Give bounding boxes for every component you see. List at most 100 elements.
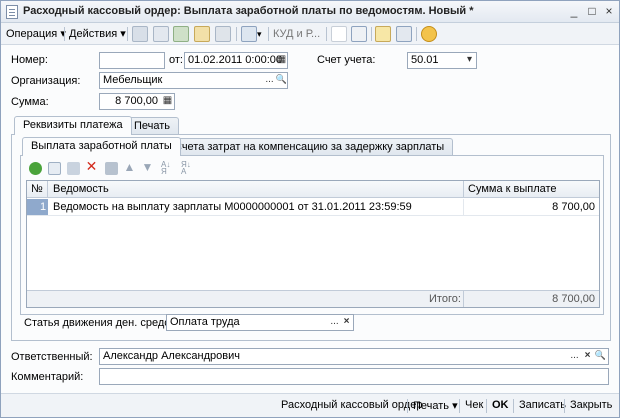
refresh-icon[interactable] xyxy=(173,26,189,42)
footer-separator xyxy=(486,399,487,413)
clear-icon[interactable]: × xyxy=(340,315,353,330)
account-value: 50.01 xyxy=(411,54,439,66)
date-from-label: от: xyxy=(169,54,183,66)
account-label: Счет учета: xyxy=(317,54,376,66)
column-divider xyxy=(463,181,464,197)
ok-button[interactable]: OK xyxy=(492,399,509,411)
minimize-button[interactable]: _ xyxy=(567,4,581,18)
kud-button[interactable]: КУД и Р... xyxy=(273,26,320,42)
calendar-icon[interactable]: ▦ xyxy=(275,53,288,68)
footer-separator xyxy=(459,399,460,413)
sum-label: Сумма: xyxy=(11,96,49,108)
add-icon[interactable] xyxy=(132,26,148,42)
toolbar-separator xyxy=(236,27,237,41)
end-edit-icon[interactable] xyxy=(105,162,118,175)
date-value: 01.02.2011 0:00:00 xyxy=(188,54,282,66)
move-down-icon[interactable]: ▼ xyxy=(141,161,154,174)
comment-field[interactable] xyxy=(99,368,609,385)
unpost-document-icon[interactable] xyxy=(215,26,231,42)
salary-payment-panel: ✕ ▲ ▼ A↓ Я Я↓ A № Ведомость Сумма к выплат… xyxy=(20,155,604,315)
sort-ascending-icon[interactable]: A↓ Я xyxy=(161,161,174,176)
organization-label: Организация: xyxy=(11,75,81,87)
copy-row-icon[interactable] xyxy=(48,162,61,175)
tab-salary-payment[interactable]: Выплата заработной платы xyxy=(22,137,181,156)
operation-menu[interactable]: Операция ▾ xyxy=(6,26,66,42)
print-form-button[interactable]: Расходный кассовый ордер xyxy=(281,399,422,411)
footer-separator xyxy=(513,399,514,413)
table-row[interactable]: 1 Ведомость на выплату зарплаты М0000000… xyxy=(27,199,599,216)
toolbar-separator xyxy=(371,27,372,41)
row-amount: 8 700,00 xyxy=(552,201,595,213)
search-icon[interactable]: 🔍 xyxy=(594,349,607,364)
total-value: 8 700,00 xyxy=(552,293,595,305)
total-label: Итого: xyxy=(429,293,461,305)
add-row-icon[interactable] xyxy=(29,162,42,175)
row-number: 1 xyxy=(40,201,47,213)
document-window: Расходный кассовый ордер: Выплата зарабо… xyxy=(0,0,620,418)
close-window-button[interactable]: × xyxy=(602,4,616,18)
structure-icon[interactable] xyxy=(351,26,367,42)
row-statement: Ведомость на выплату зарплаты М000000000… xyxy=(53,201,412,213)
edit-row-icon[interactable] xyxy=(67,162,80,175)
chevron-down-icon[interactable]: ▾ xyxy=(463,53,476,68)
column-divider xyxy=(47,181,48,197)
journal-icon[interactable] xyxy=(396,26,412,42)
number-label: Номер: xyxy=(11,54,48,66)
statements-table: № Ведомость Сумма к выплате 1 Ведомость … xyxy=(26,180,600,308)
save-button[interactable]: Записать xyxy=(519,399,566,411)
delete-row-icon[interactable]: ✕ xyxy=(85,159,98,173)
responsible-value: Александр Александрович xyxy=(103,350,240,362)
enter-based-on-icon[interactable] xyxy=(241,26,257,42)
column-header-number[interactable]: № xyxy=(31,181,43,197)
document-icon xyxy=(6,5,18,19)
maximize-button[interactable]: □ xyxy=(585,4,599,18)
column-divider xyxy=(463,199,464,215)
copy-icon[interactable] xyxy=(153,26,169,42)
footer-separator xyxy=(564,399,565,413)
check-button[interactable]: Чек xyxy=(465,399,483,411)
toolbar-separator xyxy=(326,27,327,41)
help-icon[interactable] xyxy=(421,26,437,42)
post-document-icon[interactable] xyxy=(194,26,210,42)
enter-based-on-arrow[interactable]: ▾ xyxy=(257,26,262,42)
footer-bar: Расходный кассовый ордер Печать ▾ Чек OK… xyxy=(1,393,619,417)
toolbar: Операция ▾ Действия ▾ ▾ КУД и Р... xyxy=(1,23,619,45)
tt-switch-icon[interactable] xyxy=(375,26,391,42)
window-title: Расходный кассовый ордер: Выплата зарабо… xyxy=(23,5,474,17)
tab-print[interactable]: Печать xyxy=(125,117,180,135)
move-up-icon[interactable]: ▲ xyxy=(123,161,136,174)
select-responsible-button[interactable]: ... xyxy=(568,349,581,364)
footer-separator xyxy=(407,399,408,413)
sort-descending-icon[interactable]: Я↓ A xyxy=(181,161,194,176)
close-button[interactable]: Закрыть xyxy=(570,399,612,411)
toolbar-separator xyxy=(268,27,269,41)
cashflow-field[interactable]: Оплата труда xyxy=(166,314,354,331)
toolbar-separator xyxy=(416,27,417,41)
tab-cost-accounts[interactable]: Счета затрат на компенсацию за задержку … xyxy=(165,138,454,156)
calculator-icon[interactable]: ▦ xyxy=(161,94,174,109)
table-header: № Ведомость Сумма к выплате xyxy=(27,181,599,198)
organization-field[interactable]: Мебельщик xyxy=(99,72,288,89)
cashflow-value: Оплата труда xyxy=(170,316,240,328)
date-field[interactable]: 01.02.2011 0:00:00 xyxy=(184,52,288,69)
cashflow-label: Статья движения ден. средств: xyxy=(24,317,184,329)
toolbar-separator xyxy=(127,27,128,41)
column-header-statement[interactable]: Ведомость xyxy=(53,181,109,197)
comment-label: Комментарий: xyxy=(11,371,84,383)
actions-menu[interactable]: Действия ▾ xyxy=(69,26,126,42)
responsible-label: Ответственный: xyxy=(11,351,93,363)
organization-value: Мебельщик xyxy=(103,74,163,86)
search-icon[interactable]: 🔍 xyxy=(275,73,288,88)
column-header-amount[interactable]: Сумма к выплате xyxy=(468,181,557,197)
sum-value: 8 700,00 xyxy=(115,95,158,107)
print-menu-button[interactable]: Печать ▾ xyxy=(413,399,458,412)
number-field[interactable] xyxy=(99,52,165,69)
debit-credit-icon[interactable] xyxy=(331,26,347,42)
responsible-field[interactable]: Александр Александрович xyxy=(99,348,609,365)
column-divider xyxy=(463,291,464,307)
toolbar-separator xyxy=(64,27,65,41)
clear-icon[interactable]: × xyxy=(581,349,594,364)
tab-payment-details[interactable]: Реквизиты платежа xyxy=(14,116,132,135)
title-bar: Расходный кассовый ордер: Выплата зарабо… xyxy=(1,1,619,23)
payment-details-panel: Выплата заработной платы Счета затрат на… xyxy=(11,134,611,341)
